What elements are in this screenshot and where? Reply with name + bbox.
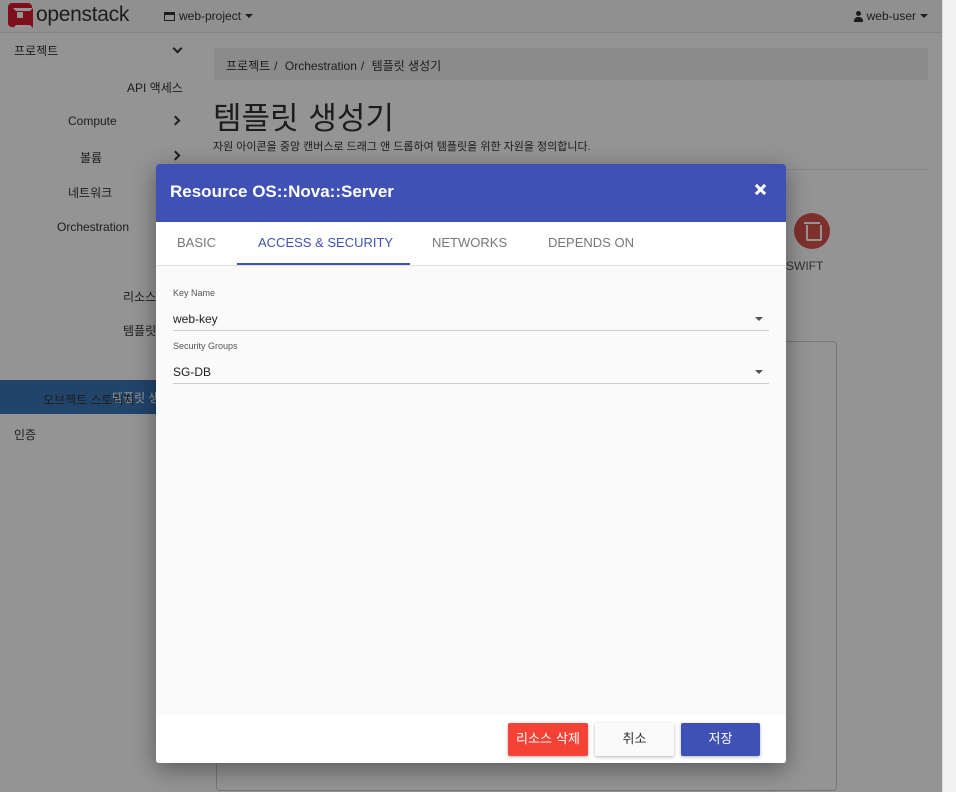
delete-resource-button[interactable]: 리소스 삭제 [508,723,588,756]
security-groups-label: Security Groups [173,341,238,351]
modal-title: Resource OS::Nova::Server [170,182,394,201]
caret-down-icon [755,370,763,374]
key-name-select[interactable]: web-key [173,305,769,331]
tab-basic[interactable]: BASIC [177,235,216,250]
security-groups-select[interactable]: SG-DB [173,358,769,384]
save-button[interactable]: 저장 [681,723,760,756]
tab-access-security[interactable]: ACCESS & SECURITY [258,235,393,250]
security-groups-value: SG-DB [173,365,212,379]
key-name-value: web-key [173,312,218,326]
modal-footer: 리소스 삭제 취소 저장 [156,715,786,763]
page-scrollbar[interactable] [942,0,956,792]
key-name-label: Key Name [173,288,216,298]
cancel-button[interactable]: 취소 [595,723,674,756]
tab-depends-on[interactable]: DEPENDS ON [548,235,634,250]
close-icon[interactable] [754,183,768,197]
caret-down-icon [755,317,763,321]
modal-tabs: BASIC ACCESS & SECURITY NETWORKS DEPENDS… [156,222,786,266]
modal-header: Resource OS::Nova::Server [156,164,786,222]
active-tab-indicator [237,263,410,265]
tab-networks[interactable]: NETWORKS [432,235,507,250]
resource-modal: Resource OS::Nova::Server BASIC ACCESS &… [156,164,786,763]
